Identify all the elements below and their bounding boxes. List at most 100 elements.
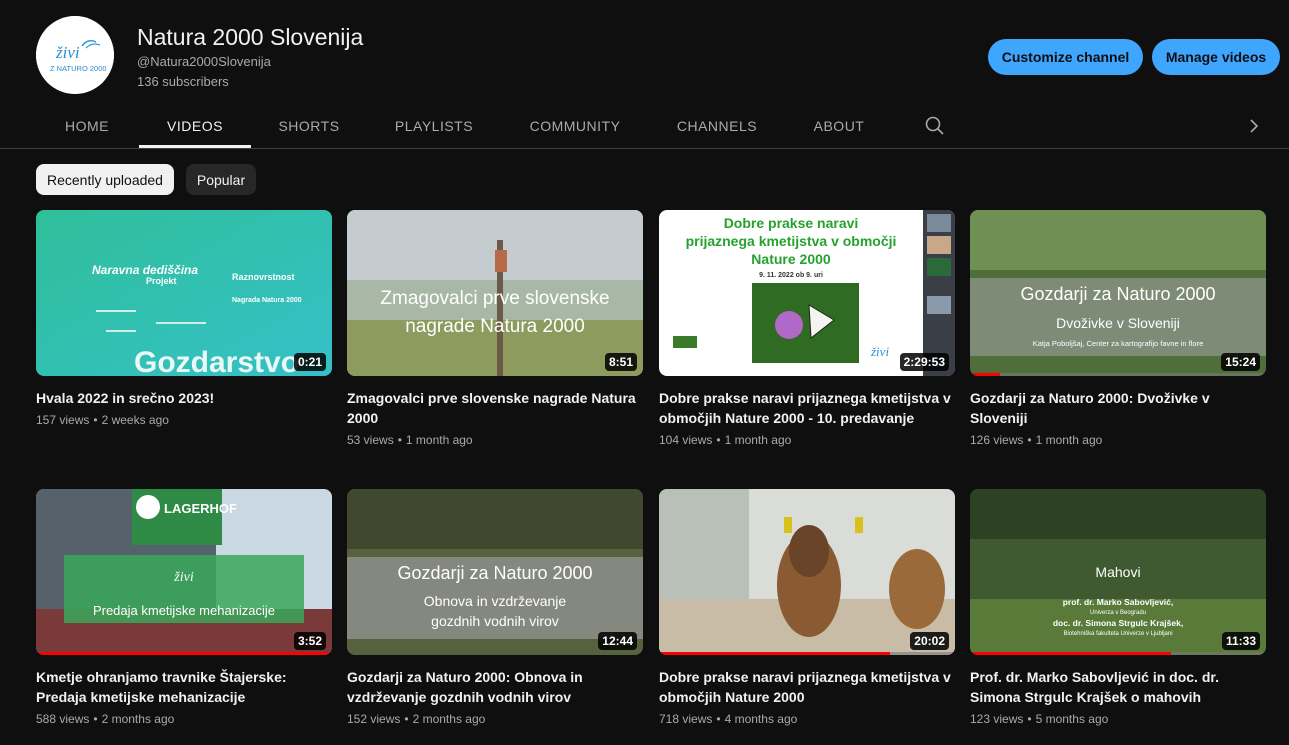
video-title[interactable]: Dobre prakse naravi prijaznega kmetijstv… xyxy=(659,388,955,428)
tab-shorts[interactable]: SHORTS xyxy=(268,106,350,145)
upload-age: 2 months ago xyxy=(101,712,175,726)
thumb-text: Projekt xyxy=(146,276,177,286)
view-count: 104 views xyxy=(659,433,713,447)
video-meta: 126 views • 1 month ago xyxy=(970,433,1103,447)
video-card[interactable]: Gozdarji za Naturo 2000 Dvoživke v Slove… xyxy=(970,210,1266,447)
thumb-text: Predaja kmetijske mehanizacije xyxy=(93,603,275,618)
thumb-text: Gozdarji za Naturo 2000 xyxy=(397,563,592,583)
video-meta: 123 views • 5 months ago xyxy=(970,712,1109,726)
upload-age: 2 weeks ago xyxy=(101,413,169,427)
watch-progress-bar xyxy=(970,652,1172,655)
video-thumbnail[interactable]: 20:02 xyxy=(659,489,955,655)
thumb-text: Dvoživke v Sloveniji xyxy=(1056,315,1180,331)
video-duration: 2:29:53 xyxy=(899,353,949,371)
logo-text-bottom: Z NATURO 2000 xyxy=(50,64,107,73)
customize-channel-button[interactable]: Customize channel xyxy=(988,39,1143,75)
subscriber-count: 136 subscribers xyxy=(137,74,229,89)
tab-channels[interactable]: CHANNELS xyxy=(668,106,766,145)
video-meta: 152 views • 2 months ago xyxy=(347,712,486,726)
watch-progress-bar xyxy=(36,652,332,655)
video-title[interactable]: Zmagovalci prve slovenske nagrade Natura… xyxy=(347,388,643,428)
view-count: 157 views xyxy=(36,413,90,427)
thumb-text: Univerza v Beogradu xyxy=(1090,610,1146,616)
video-card[interactable]: Dobre prakse naravi prijaznega kmetijstv… xyxy=(659,210,955,447)
video-thumbnail[interactable]: Zmagovalci prve slovenske nagrade Natura… xyxy=(347,210,643,376)
search-icon[interactable] xyxy=(923,114,947,138)
upload-age: 2 months ago xyxy=(412,712,486,726)
video-duration: 0:21 xyxy=(293,353,326,371)
video-title[interactable]: Kmetje ohranjamo travnike Štajerske: Pre… xyxy=(36,667,332,707)
video-meta: 104 views • 1 month ago xyxy=(659,433,792,447)
video-thumbnail[interactable]: Naravna dediščina Raznovrstnost Projekt … xyxy=(36,210,332,376)
thumb-text: Nagrada Natura 2000 xyxy=(232,297,302,304)
logo-text-top: živi xyxy=(55,43,80,62)
tab-home[interactable]: HOME xyxy=(52,106,122,145)
thumb-text: nagrade Natura 2000 xyxy=(405,316,585,337)
video-title[interactable]: Hvala 2022 in srečno 2023! xyxy=(36,388,332,408)
thumb-text: prijaznega kmetijstva v območji xyxy=(686,233,897,249)
video-title[interactable]: Prof. dr. Marko Sabovljević in doc. dr. … xyxy=(970,667,1266,707)
thumbnail-image: Naravna dediščina Raznovrstnost Projekt … xyxy=(36,210,332,376)
thumb-text: doc. dr. Simona Strgulc Krajšek, xyxy=(1053,618,1183,628)
video-title[interactable]: Dobre prakse naravi prijaznega kmetijstv… xyxy=(659,667,955,707)
view-count: 53 views xyxy=(347,433,394,447)
video-card[interactable]: Mahovi prof. dr. Marko Sabovljević, Univ… xyxy=(970,489,1266,726)
view-count: 123 views xyxy=(970,712,1024,726)
thumbnail-image: Dobre prakse naravi prijaznega kmetijstv… xyxy=(659,210,955,376)
video-duration: 15:24 xyxy=(1221,353,1260,371)
video-meta: 157 views • 2 weeks ago xyxy=(36,413,169,427)
thumb-text: Gozdarji za Naturo 2000 xyxy=(1020,284,1215,304)
view-count: 588 views xyxy=(36,712,90,726)
video-card[interactable]: Zmagovalci prve slovenske nagrade Natura… xyxy=(347,210,643,447)
thumb-text: Nature 2000 xyxy=(751,251,831,267)
thumb-text: 9. 11. 2022 ob 9. uri xyxy=(759,272,823,279)
tab-about[interactable]: ABOUT xyxy=(805,106,873,145)
video-title[interactable]: Gozdarji za Naturo 2000: Obnova in vzdrž… xyxy=(347,667,643,707)
thumbnail-image: Gozdarji za Naturo 2000 Dvoživke v Slove… xyxy=(970,210,1266,376)
video-duration: 11:33 xyxy=(1221,632,1260,650)
video-thumbnail[interactable]: Dobre prakse naravi prijaznega kmetijstv… xyxy=(659,210,955,376)
video-meta: 53 views • 1 month ago xyxy=(347,433,473,447)
view-count: 718 views xyxy=(659,712,713,726)
video-thumbnail[interactable]: Gozdarji za Naturo 2000 Obnova in vzdrže… xyxy=(347,489,643,655)
channel-handle: @Natura2000Slovenija xyxy=(137,54,271,69)
video-thumbnail[interactable]: LAGERHOF živi Predaja kmetijske mehaniza… xyxy=(36,489,332,655)
video-meta: 588 views • 2 months ago xyxy=(36,712,175,726)
video-card[interactable]: 20:02 Dobre prakse naravi prijaznega kme… xyxy=(659,489,955,726)
watch-progress-track xyxy=(970,373,1266,376)
thumb-text: prof. dr. Marko Sabovljević, xyxy=(1063,597,1174,607)
manage-videos-button[interactable]: Manage videos xyxy=(1152,39,1280,75)
tab-playlists[interactable]: PLAYLISTS xyxy=(384,106,484,145)
video-card[interactable]: LAGERHOF živi Predaja kmetijske mehaniza… xyxy=(36,489,332,726)
thumbnail-image: Zmagovalci prve slovenske nagrade Natura… xyxy=(347,210,643,376)
channel-avatar[interactable]: živi Z NATURO 2000 xyxy=(36,16,114,94)
video-duration: 12:44 xyxy=(598,632,637,650)
video-thumbnail[interactable]: Gozdarji za Naturo 2000 Dvoživke v Slove… xyxy=(970,210,1266,376)
video-thumbnail[interactable]: Mahovi prof. dr. Marko Sabovljević, Univ… xyxy=(970,489,1266,655)
view-count: 126 views xyxy=(970,433,1024,447)
upload-age: 4 months ago xyxy=(724,712,798,726)
thumbnail-image: Gozdarji za Naturo 2000 Obnova in vzdrže… xyxy=(347,489,643,655)
video-card[interactable]: Naravna dediščina Raznovrstnost Projekt … xyxy=(36,210,332,427)
sort-popular-chip[interactable]: Popular xyxy=(186,164,256,195)
youtube-channel-page: živi Z NATURO 2000 Natura 2000 Slovenija… xyxy=(0,0,1289,745)
video-card[interactable]: Gozdarji za Naturo 2000 Obnova in vzdrže… xyxy=(347,489,643,726)
thumb-text: Gozdarstvo xyxy=(134,346,299,376)
upload-age: 1 month ago xyxy=(1035,433,1103,447)
logo-text: živi xyxy=(870,344,889,359)
thumb-text: Dobre prakse naravi xyxy=(724,215,859,231)
thumb-text: gozdnih vodnih virov xyxy=(431,613,559,629)
tab-videos[interactable]: VIDEOS xyxy=(139,106,251,148)
thumb-text: LAGERHOF xyxy=(164,501,237,516)
sort-recently-uploaded-chip[interactable]: Recently uploaded xyxy=(36,164,174,195)
thumbnail-image: Mahovi prof. dr. Marko Sabovljević, Univ… xyxy=(970,489,1266,655)
tab-community[interactable]: COMMUNITY xyxy=(520,106,630,145)
video-title[interactable]: Gozdarji za Naturo 2000: Dvoživke v Slov… xyxy=(970,388,1266,428)
chevron-right-icon[interactable] xyxy=(1242,114,1266,138)
thumb-text: Katja Poboljšaj, Center za kartografijo … xyxy=(1033,339,1204,348)
video-duration: 3:52 xyxy=(293,632,326,650)
thumbnail-image xyxy=(659,489,955,655)
thumbnail-image: LAGERHOF živi Predaja kmetijske mehaniza… xyxy=(36,489,332,655)
video-duration: 20:02 xyxy=(910,632,949,650)
thumb-text: Naravna dediščina xyxy=(92,263,198,277)
